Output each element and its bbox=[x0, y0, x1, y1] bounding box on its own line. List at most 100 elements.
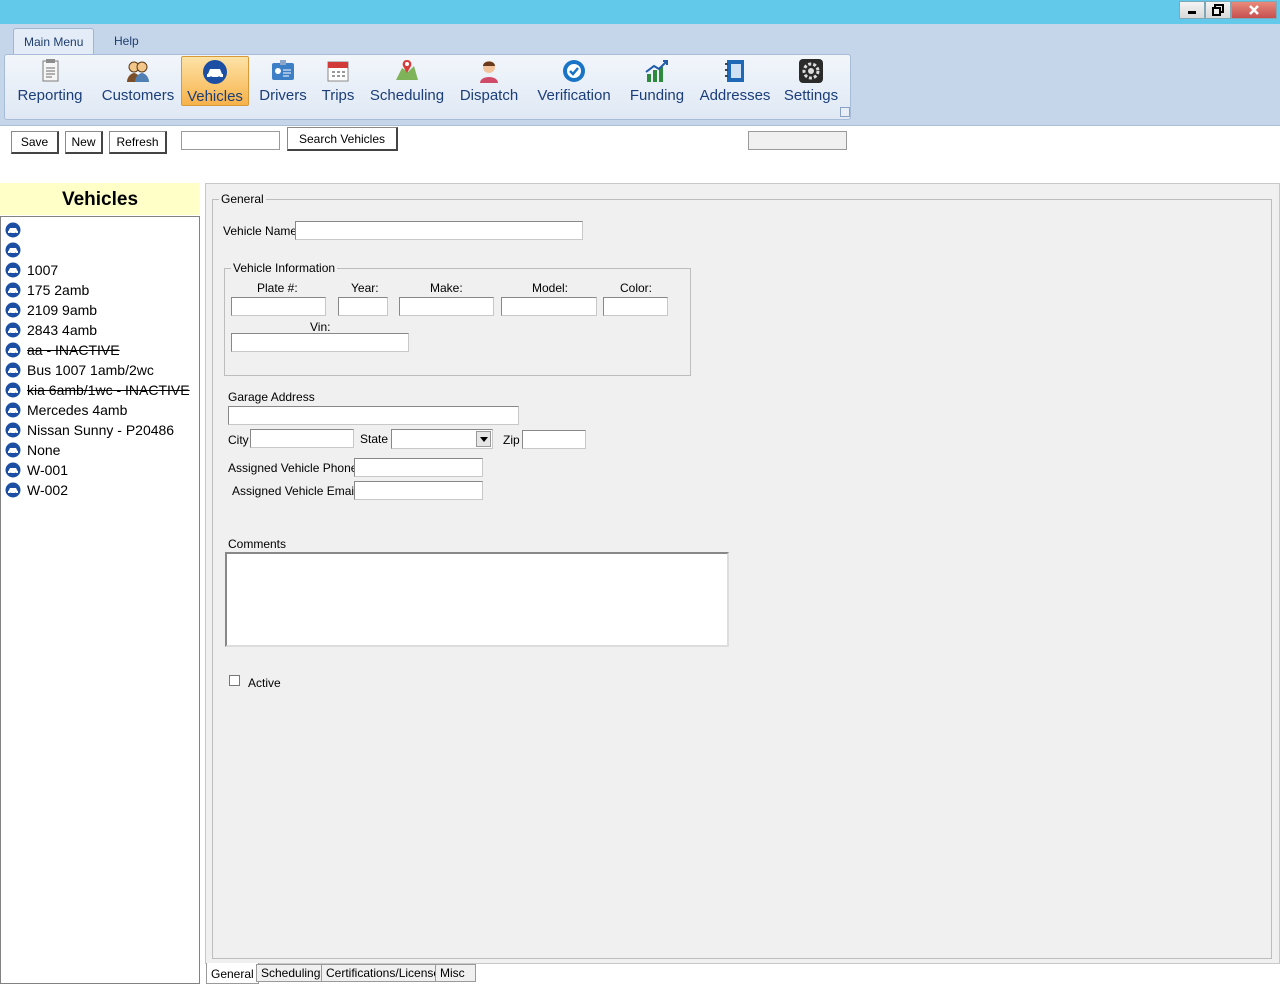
close-button[interactable] bbox=[1231, 1, 1277, 19]
vehicle-information-legend: Vehicle Information bbox=[233, 261, 336, 275]
vehicle-icon bbox=[5, 322, 21, 338]
tab-general[interactable]: General bbox=[206, 963, 259, 984]
vehicle-list-item[interactable]: Nissan Sunny - P20486 bbox=[5, 420, 174, 440]
plate-label: Plate #: bbox=[257, 281, 298, 295]
vehicle-icon bbox=[5, 422, 21, 438]
tab-certifications-license[interactable]: Certifications/License bbox=[321, 964, 446, 982]
vehicle-icon bbox=[5, 342, 21, 358]
color-input[interactable] bbox=[603, 297, 668, 316]
drivers-label: Drivers bbox=[259, 87, 307, 104]
report-icon bbox=[42, 59, 59, 82]
vehicle-name: W-002 bbox=[27, 482, 68, 498]
vehicle-list-item[interactable]: 2109 9amb bbox=[5, 300, 97, 320]
state-select[interactable] bbox=[391, 429, 493, 449]
search-vehicles-button[interactable]: Search Vehicles bbox=[287, 127, 398, 151]
vehicle-icon bbox=[5, 242, 21, 258]
garage-address-label: Garage Address bbox=[228, 390, 315, 404]
vehicle-list-item[interactable] bbox=[5, 240, 27, 260]
vehicle-name-input[interactable] bbox=[295, 221, 583, 240]
vin-input[interactable] bbox=[231, 333, 409, 352]
close-icon bbox=[1249, 5, 1259, 15]
vehicle-list-item[interactable] bbox=[5, 220, 27, 240]
ribbon: Main Menu Help Reporting Customers Vehic… bbox=[0, 24, 1280, 126]
vehicle-name: W-001 bbox=[27, 462, 68, 478]
tab-scheduling[interactable]: Scheduling bbox=[256, 964, 326, 982]
vehicle-list-item[interactable]: Mercedes 4amb bbox=[5, 400, 127, 420]
vehicle-list-item[interactable]: W-001 bbox=[5, 460, 68, 480]
model-input[interactable] bbox=[501, 297, 597, 316]
tab-main-menu[interactable]: Main Menu bbox=[13, 28, 95, 54]
vehicle-icon bbox=[5, 402, 21, 418]
email-input[interactable] bbox=[354, 481, 483, 500]
vehicle-name: Mercedes 4amb bbox=[27, 402, 128, 418]
trips-button[interactable]: Trips bbox=[318, 56, 358, 106]
vehicle-name: aa - INACTIVE bbox=[27, 342, 120, 358]
vehicle-icon bbox=[5, 302, 21, 318]
vehicle-list-item[interactable]: Bus 1007 1amb/2wc bbox=[5, 360, 154, 380]
active-label: Active bbox=[248, 676, 281, 690]
vehicle-list-item[interactable]: None bbox=[5, 440, 60, 460]
map-pin-icon bbox=[396, 60, 418, 80]
minimize-button[interactable] bbox=[1179, 1, 1205, 19]
vehicle-name: None bbox=[27, 442, 61, 458]
vin-label: Vin: bbox=[310, 320, 331, 334]
make-input[interactable] bbox=[399, 297, 494, 316]
vehicle-list-item[interactable]: 2843 4amb bbox=[5, 320, 97, 340]
new-button[interactable]: New bbox=[65, 131, 103, 154]
settings-button[interactable]: Settings bbox=[780, 56, 842, 106]
vehicle-icon bbox=[5, 382, 21, 398]
make-label: Make: bbox=[430, 281, 463, 295]
city-input[interactable] bbox=[250, 429, 354, 448]
chevron-down-icon bbox=[479, 436, 488, 442]
vehicle-icon bbox=[5, 462, 21, 478]
phone-label: Assigned Vehicle Phone bbox=[228, 461, 358, 475]
save-button[interactable]: Save bbox=[11, 131, 59, 154]
restore-button[interactable] bbox=[1205, 1, 1231, 19]
color-label: Color: bbox=[620, 281, 653, 295]
tab-misc[interactable]: Misc bbox=[435, 964, 476, 982]
vehicle-list-item[interactable]: aa - INACTIVE bbox=[5, 340, 120, 360]
settings-label: Settings bbox=[783, 87, 839, 104]
vehicle-list[interactable]: 1007 175 2amb 2109 9amb 2843 4amb aa - INACT… bbox=[0, 216, 200, 984]
vehicle-list-item[interactable]: W-002 bbox=[5, 480, 68, 500]
year-label: Year: bbox=[351, 281, 379, 295]
comments-textarea[interactable] bbox=[225, 552, 729, 647]
active-checkbox[interactable] bbox=[229, 675, 240, 686]
refresh-button[interactable]: Refresh bbox=[109, 131, 167, 154]
zip-input[interactable] bbox=[522, 430, 586, 449]
reporting-button[interactable]: Reporting bbox=[15, 56, 85, 106]
email-label: Assigned Vehicle Email bbox=[232, 484, 357, 498]
scheduling-label: Scheduling bbox=[369, 87, 445, 104]
year-input[interactable] bbox=[338, 297, 388, 316]
vehicle-list-item[interactable]: 1007 bbox=[5, 260, 58, 280]
vehicle-information-group: Vehicle Information bbox=[224, 261, 691, 376]
vehicle-name-label: Vehicle Name: bbox=[223, 224, 301, 238]
chart-growth-icon bbox=[645, 60, 668, 82]
model-label: Model: bbox=[532, 281, 569, 295]
dropdown-button[interactable] bbox=[476, 431, 491, 447]
vehicles-list-title: Vehicles bbox=[0, 183, 200, 215]
vehicle-icon bbox=[5, 282, 21, 298]
phone-input[interactable] bbox=[354, 458, 483, 477]
customers-button[interactable]: Customers bbox=[98, 56, 178, 106]
tab-help[interactable]: Help bbox=[104, 28, 149, 54]
restore-icon bbox=[1212, 4, 1224, 16]
garage-address-input[interactable] bbox=[228, 406, 519, 425]
vehicle-list-item[interactable]: kia 6amb/1wc - INACTIVE bbox=[5, 380, 190, 400]
scheduling-button[interactable]: Scheduling bbox=[367, 56, 447, 106]
ribbon-panel-launcher[interactable] bbox=[840, 107, 850, 117]
addresses-button[interactable]: Addresses bbox=[698, 56, 772, 106]
readonly-field bbox=[748, 131, 847, 150]
plate-input[interactable] bbox=[231, 297, 326, 316]
vehicles-button[interactable]: Vehicles bbox=[181, 56, 249, 106]
drivers-button[interactable]: Drivers bbox=[257, 56, 309, 106]
verification-button[interactable]: Verification bbox=[533, 56, 615, 106]
dispatch-button[interactable]: Dispatch bbox=[457, 56, 521, 106]
search-input[interactable] bbox=[181, 131, 280, 150]
ribbon-panel: Reporting Customers Vehicles Drivers Tri… bbox=[4, 54, 851, 120]
funding-button[interactable]: Funding bbox=[626, 56, 688, 106]
vehicle-list-item[interactable]: 175 2amb bbox=[5, 280, 89, 300]
vehicle-icon bbox=[5, 222, 21, 238]
gear-icon bbox=[799, 59, 823, 83]
vehicle-icon bbox=[203, 60, 227, 84]
